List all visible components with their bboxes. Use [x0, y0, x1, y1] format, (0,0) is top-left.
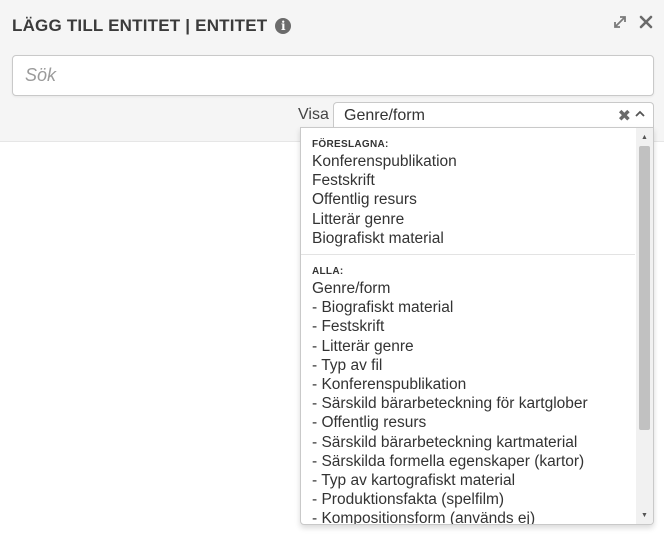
clear-selection-icon[interactable]: ✖ [618, 106, 631, 126]
dialog-title-text: LÄGG TILL ENTITET | ENTITET [12, 16, 268, 35]
option[interactable]: - Typ av kartografiskt material [301, 471, 635, 490]
dialog-title: LÄGG TILL ENTITET | ENTITET i [12, 14, 292, 38]
option[interactable]: Biografiskt material [301, 229, 635, 248]
scroll-down-arrow-icon[interactable]: ▼ [636, 508, 653, 522]
filter-selected-value: Genre/form [344, 107, 425, 124]
option[interactable]: Konferenspublikation [301, 152, 635, 171]
option[interactable]: - Särskilda formella egenskaper (kartor) [301, 452, 635, 471]
option[interactable]: - Konferenspublikation [301, 375, 635, 394]
option[interactable]: - Särskild bärarbeteckning kartmaterial [301, 433, 635, 452]
expand-icon[interactable] [612, 14, 628, 30]
group-header-suggested: FÖRESLAGNA: [312, 139, 389, 150]
option[interactable]: Genre/form [301, 279, 635, 298]
option[interactable]: - Typ av fil [301, 356, 635, 375]
chevron-up-icon[interactable] [633, 107, 647, 121]
dropdown-scrollbar[interactable]: ▲ ▼ [636, 128, 653, 524]
filter-select[interactable]: Genre/form ✖ [333, 102, 654, 129]
info-icon[interactable]: i [275, 18, 292, 34]
all-group: ALLA: Genre/form - Biografiskt material … [301, 255, 635, 524]
option[interactable]: Festskrift [301, 171, 635, 190]
option[interactable]: - Särskild bärarbeteckning för kartglobe… [301, 394, 635, 413]
filter-label: Visa [298, 106, 329, 123]
dropdown-options: FÖRESLAGNA: Konferenspublikation Festskr… [301, 128, 635, 524]
close-icon[interactable] [638, 14, 654, 30]
search-input[interactable] [12, 55, 654, 96]
option[interactable]: - Kompositionsform (används ej) [301, 509, 635, 524]
option[interactable]: - Biografiskt material [301, 298, 635, 317]
option[interactable]: - Litterär genre [301, 337, 635, 356]
window-controls [612, 14, 654, 30]
option[interactable]: Offentlig resurs [301, 190, 635, 209]
option[interactable]: - Festskrift [301, 317, 635, 336]
group-header-all: ALLA: [312, 266, 344, 278]
option[interactable]: - Offentlig resurs [301, 413, 635, 432]
scroll-up-arrow-icon[interactable]: ▲ [636, 130, 653, 144]
filter-dropdown: FÖRESLAGNA: Konferenspublikation Festskr… [300, 127, 654, 525]
scrollbar-thumb[interactable] [639, 146, 650, 430]
suggested-group: FÖRESLAGNA: Konferenspublikation Festskr… [301, 128, 635, 248]
option[interactable]: Litterär genre [301, 210, 635, 229]
option[interactable]: - Produktionsfakta (spelfilm) [301, 490, 635, 509]
